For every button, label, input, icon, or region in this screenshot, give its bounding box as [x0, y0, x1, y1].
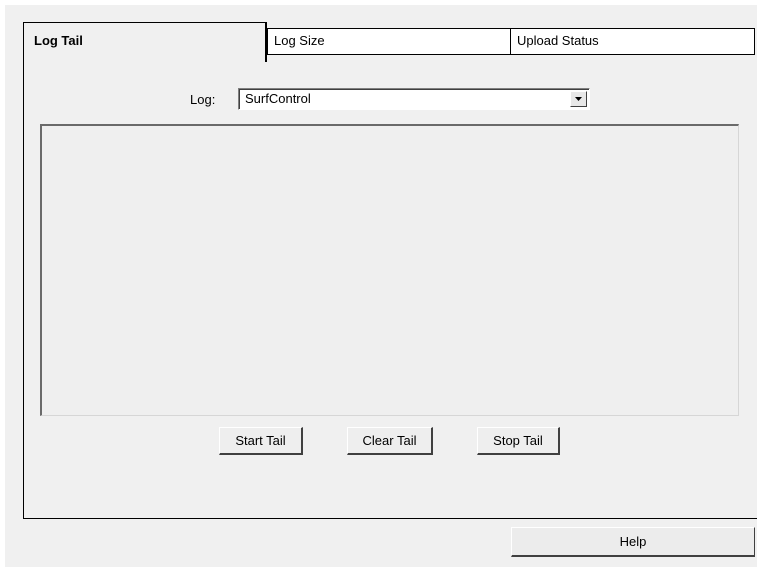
tab-upload-status[interactable]: Upload Status — [511, 28, 755, 55]
tab-label: Log Tail — [34, 33, 83, 48]
dropdown-button[interactable] — [570, 91, 587, 107]
log-select-value: SurfControl — [245, 91, 311, 106]
log-select[interactable]: SurfControl — [238, 88, 590, 110]
tab-label: Log Size — [274, 33, 325, 48]
help-button[interactable]: Help — [511, 527, 755, 557]
log-tail-window: Log Tail Log Size Upload Status Log: Sur… — [0, 0, 757, 567]
tab-strip: Log Tail Log Size Upload Status — [0, 0, 757, 62]
stop-tail-button[interactable]: Stop Tail — [477, 427, 560, 455]
tab-log-size[interactable]: Log Size — [267, 28, 511, 55]
clear-tail-button[interactable]: Clear Tail — [347, 427, 433, 455]
tab-log-tail[interactable]: Log Tail — [23, 22, 267, 62]
chevron-down-icon — [575, 97, 582, 101]
start-tail-button[interactable]: Start Tail — [219, 427, 303, 455]
log-output-area[interactable] — [40, 124, 739, 416]
log-label: Log: — [190, 92, 216, 107]
tab-label: Upload Status — [517, 33, 599, 48]
